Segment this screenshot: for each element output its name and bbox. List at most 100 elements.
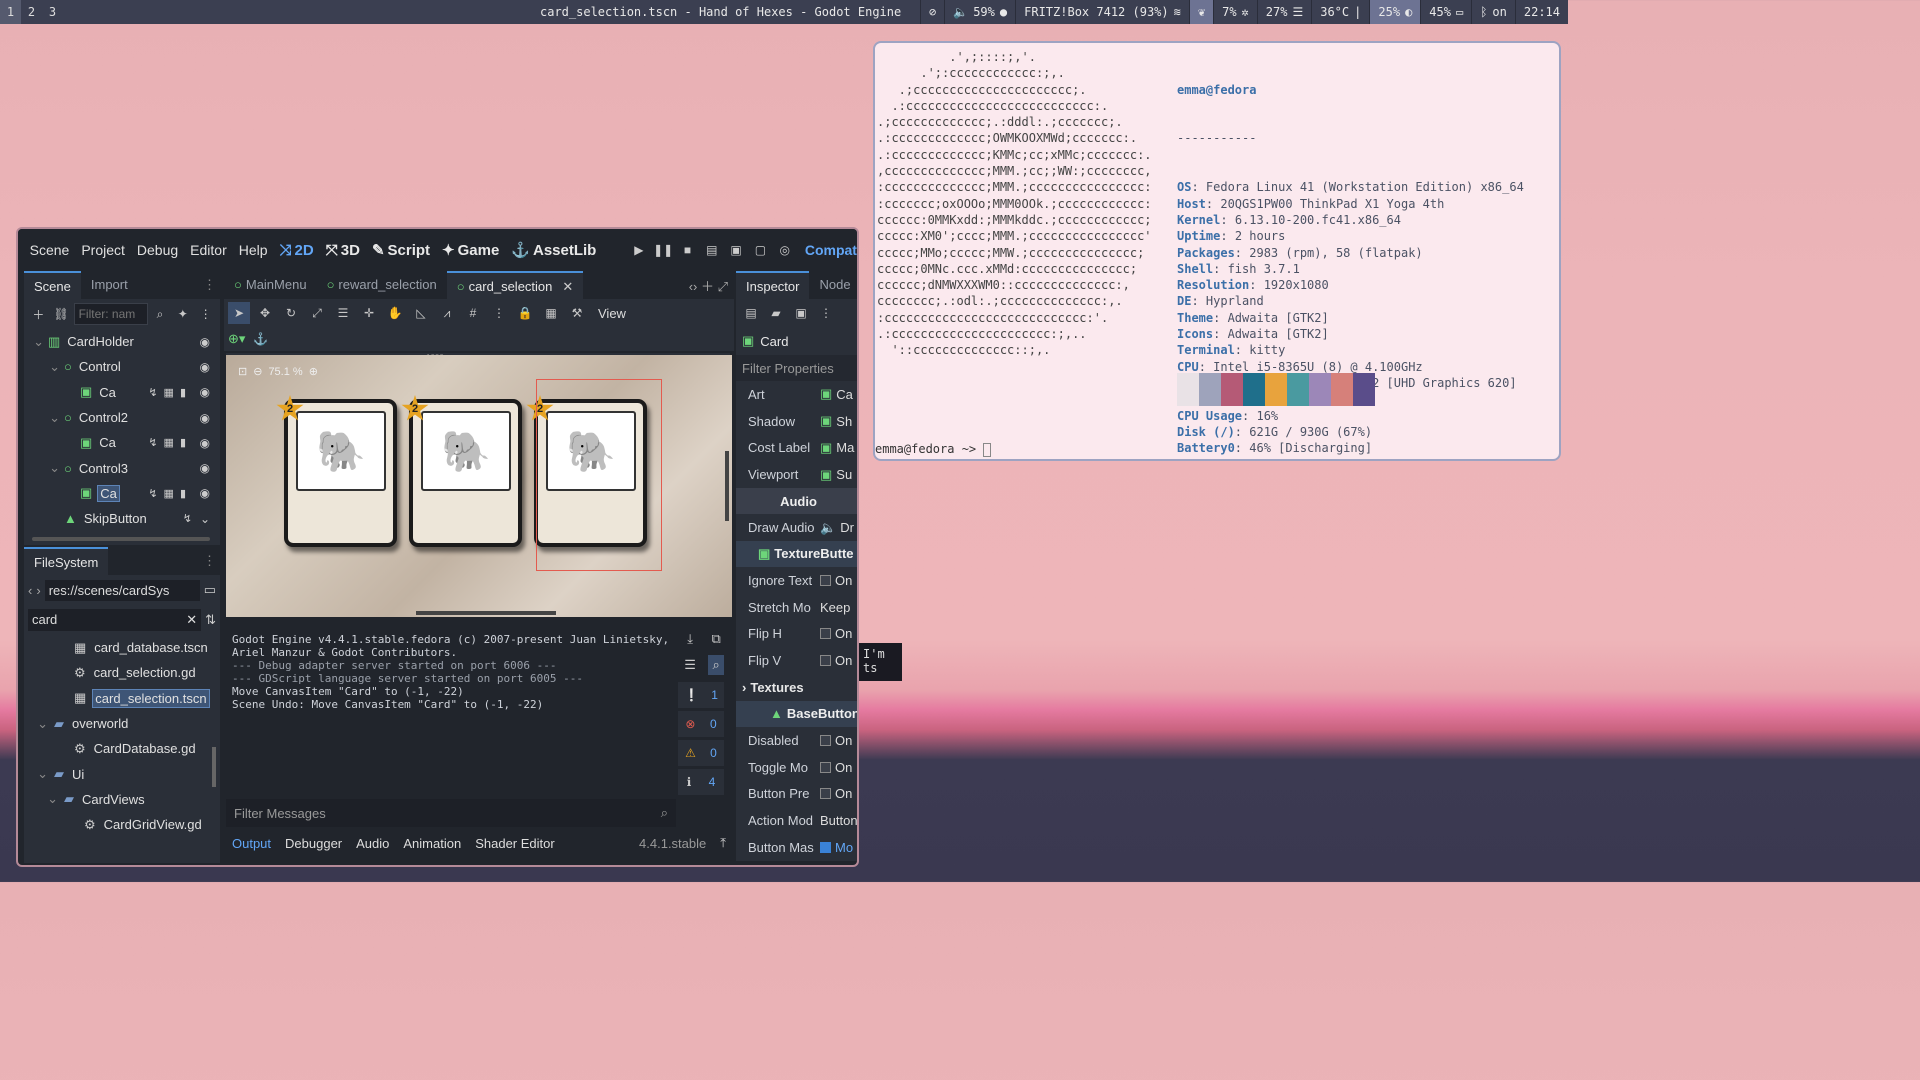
search-icon[interactable]: ⌕ <box>708 655 724 675</box>
scene-tab[interactable]: ○ MainMenu <box>224 271 317 299</box>
file-item[interactable]: ⚙ card_selection.gd <box>24 660 220 685</box>
tab-filesystem[interactable]: FileSystem <box>24 547 109 575</box>
group-icon[interactable]: ▦ <box>540 302 562 324</box>
bottom-tab[interactable]: Debugger <box>285 836 342 851</box>
visibility-eye-icon[interactable]: ◉ <box>200 486 210 500</box>
node-indicator-icons[interactable]: ↯▦▮ <box>148 436 192 449</box>
property-row[interactable]: Button Pre On <box>736 781 857 808</box>
brightness-indicator[interactable]: 25% ◐ <box>1369 0 1421 24</box>
visibility-eye-icon[interactable]: ⌄ <box>200 512 210 526</box>
visibility-eye-icon[interactable]: ◉ <box>200 411 210 425</box>
checkbox[interactable] <box>820 761 831 773</box>
mode-3d-button[interactable]: ⤧ 3D <box>320 242 366 259</box>
file-item[interactable]: ⚙ CardDatabase.gd <box>24 736 220 761</box>
property-row[interactable]: Viewport ▣ Su <box>736 461 857 488</box>
play-custom-icon[interactable]: ▢ <box>748 243 772 257</box>
scene-node[interactable]: ⌄ ○ Control3 ◉ <box>24 455 220 480</box>
anchor-icon[interactable]: ⚓ <box>249 328 271 350</box>
add-control-icon[interactable]: ⊕▾ <box>228 331 245 347</box>
zoom-out-icon[interactable]: ⊖ <box>253 365 262 378</box>
property-row[interactable]: Action Mod Button <box>736 807 857 834</box>
signal-icon[interactable]: ↯ <box>183 512 192 525</box>
fs-v-scrollbar[interactable] <box>212 747 216 787</box>
grid-snap-icon[interactable]: # <box>462 302 484 324</box>
visibility-eye-icon[interactable]: ◉ <box>200 385 210 399</box>
bottom-tab[interactable]: Audio <box>356 836 389 851</box>
privacy-icon[interactable]: ⊘ <box>920 0 944 24</box>
list-select-icon[interactable]: ☰ <box>332 302 354 324</box>
leaf-icon[interactable]: ❦ <box>1188 0 1214 24</box>
file-item[interactable]: ▦ card_selection.tscn <box>24 686 220 711</box>
menu-help[interactable]: Help <box>233 242 274 258</box>
cpu-indicator[interactable]: 7% ✲ <box>1213 0 1257 24</box>
movie-icon[interactable]: ◎ <box>773 243 797 257</box>
panel-pin-icon[interactable]: ⤒ <box>720 835 732 851</box>
tab-import[interactable]: Import <box>81 271 138 299</box>
stop-icon[interactable]: ■ <box>675 243 699 257</box>
filter-properties-input[interactable]: Filter Properties <box>736 355 857 381</box>
save-icon[interactable]: ▣ <box>790 302 812 324</box>
scene-tab[interactable]: ○ reward_selection <box>317 271 447 299</box>
shell-prompt[interactable]: emma@fedora ~> <box>875 441 992 457</box>
tab-inspector[interactable]: Inspector <box>736 271 810 299</box>
info-filter-button[interactable]: ℹ4 <box>678 769 724 795</box>
property-value[interactable]: Keep <box>820 600 850 615</box>
checkbox[interactable] <box>820 788 831 800</box>
volume-indicator[interactable]: 🔈 59% ● <box>944 0 1015 24</box>
property-value[interactable]: On <box>820 573 852 588</box>
tree-h-scrollbar[interactable] <box>32 537 210 541</box>
mode-game-button[interactable]: ✦ Game <box>436 241 505 260</box>
visibility-eye-icon[interactable]: ◉ <box>200 360 210 374</box>
script-filter-icon[interactable]: ✦ <box>172 303 193 325</box>
ruler-tool-icon[interactable]: ◺ <box>410 302 432 324</box>
pin-icon[interactable]: ⤓ <box>687 631 693 647</box>
bottom-tab[interactable]: Output <box>232 836 271 851</box>
file-item[interactable]: ▦ card_database.tscn <box>24 635 220 660</box>
fs-search-input[interactable]: card ✕ <box>28 609 202 631</box>
property-row[interactable]: Flip V On <box>736 647 857 674</box>
remote-debug-icon[interactable]: ▤ <box>700 243 724 257</box>
bone-icon[interactable]: ⚒ <box>566 302 588 324</box>
workspace-button[interactable]: 1 <box>0 0 21 24</box>
menu-project[interactable]: Project <box>75 242 131 258</box>
scene-node[interactable]: ▣ Ca ↯▦▮ ◉ <box>24 481 220 506</box>
godot-editor-window[interactable]: Scene Project Debug Editor Help ⤨ 2D ⤧ 3D … <box>16 227 859 867</box>
select-tool-icon[interactable]: ➤ <box>228 302 250 324</box>
viewport-v-scrollbar[interactable] <box>725 451 729 521</box>
property-value[interactable]: ▣ Sh <box>820 413 852 429</box>
lock-icon[interactable]: 🔒 <box>514 302 536 324</box>
filter-messages-input[interactable]: Filter Messages ⌕ <box>226 799 676 827</box>
file-item[interactable]: ⌄ ▰ CardViews <box>24 787 220 812</box>
mode-2d-button[interactable]: ⤨ 2D <box>274 242 320 259</box>
mode-script-button[interactable]: ✎ Script <box>366 241 436 260</box>
file-item[interactable]: ⚙ CardGridView.gd <box>24 812 220 837</box>
memory-indicator[interactable]: 27% ☰ <box>1256 0 1311 24</box>
base-button-section[interactable]: ▲ BaseButton <box>736 700 857 727</box>
sort-icon[interactable]: ⇅ <box>205 612 216 628</box>
file-item[interactable]: ⌄ ▰ Ui <box>24 761 220 786</box>
tab-scene[interactable]: Scene <box>24 271 81 299</box>
property-row[interactable]: Cost Label ▣ Ma <box>736 435 857 462</box>
error-filter-button[interactable]: ⊗ 0 <box>678 711 724 737</box>
checkbox[interactable] <box>820 734 831 746</box>
warning-filter-button[interactable]: ⚠ 0 <box>678 740 724 766</box>
clear-icon[interactable]: ✕ <box>186 612 197 628</box>
card[interactable]: 🐘 2 <box>276 395 397 547</box>
dock-menu-icon[interactable]: ⋮ <box>203 277 220 293</box>
scene-filter-input[interactable] <box>73 303 148 325</box>
property-value[interactable]: ▣ Su <box>820 467 852 483</box>
scale-tool-icon[interactable]: ⤢ <box>306 302 328 324</box>
property-value[interactable]: On <box>820 626 852 641</box>
property-value[interactable]: On <box>820 760 852 775</box>
audio-section[interactable]: Audio <box>736 488 857 515</box>
tab-node[interactable]: Node <box>809 271 857 299</box>
property-value[interactable]: ▣ Ma <box>820 440 854 456</box>
bluetooth-indicator[interactable]: ᛒ on <box>1471 0 1515 24</box>
snap-options-icon[interactable]: ⋮ <box>488 302 510 324</box>
play-scene-icon[interactable]: ▣ <box>724 243 748 257</box>
checkbox[interactable] <box>820 842 831 854</box>
close-icon[interactable]: ✕ <box>562 279 573 294</box>
mode-assetlib-button[interactable]: ⚓ AssetLib <box>505 241 602 260</box>
visibility-eye-icon[interactable]: ◉ <box>200 335 210 349</box>
checkbox[interactable] <box>820 628 831 640</box>
